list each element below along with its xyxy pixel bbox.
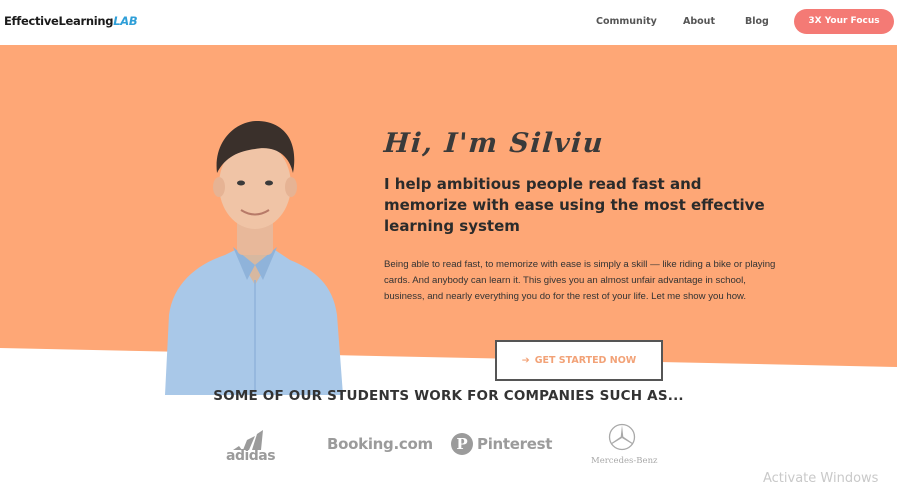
focus-cta-button[interactable]: 3X Your Focus [794,9,894,34]
hero-subtitle: I help ambitious people read fast and me… [384,175,765,235]
arrow-right-icon: ➔ [521,355,530,366]
pinterest-icon: P [451,433,473,455]
companies-heading: SOME OF OUR STUDENTS WORK FOR COMPANIES … [213,388,684,404]
site-header: EffectiveLearningLAB Community About Blo… [0,0,897,45]
nav-blog[interactable]: Blog [745,16,769,27]
nav-community[interactable]: Community [596,16,657,27]
windows-activation-watermark: Activate Windows [763,471,879,482]
booking-logo: Booking.com [327,435,433,453]
mercedes-logo: Mercedes-Benz [589,423,658,467]
hero-section: Hi, I'm Silviu I help ambitious people r… [0,45,897,395]
hero-body-text: Being able to read fast, to memorize wit… [384,259,776,302]
nav-about[interactable]: About [683,16,715,27]
hero-title: Hi, I'm Silviu [382,128,606,159]
get-started-label: GET STARTED NOW [534,355,637,366]
logo-main-text: EffectiveLearning [4,14,114,28]
mercedes-star-icon [608,423,636,451]
adidas-logo: adidas [222,428,282,464]
get-started-button[interactable]: ➔ GET STARTED NOW [495,340,663,381]
logo-accent-text: LAB [113,14,138,28]
pinterest-wordmark: Pinterest [477,435,553,453]
adidas-wordmark: adidas [226,448,276,464]
portrait-image [165,120,343,395]
mercedes-wordmark: Mercedes-Benz [591,456,658,466]
site-logo[interactable]: EffectiveLearningLAB [4,14,138,28]
adidas-stripes-icon [233,430,263,450]
